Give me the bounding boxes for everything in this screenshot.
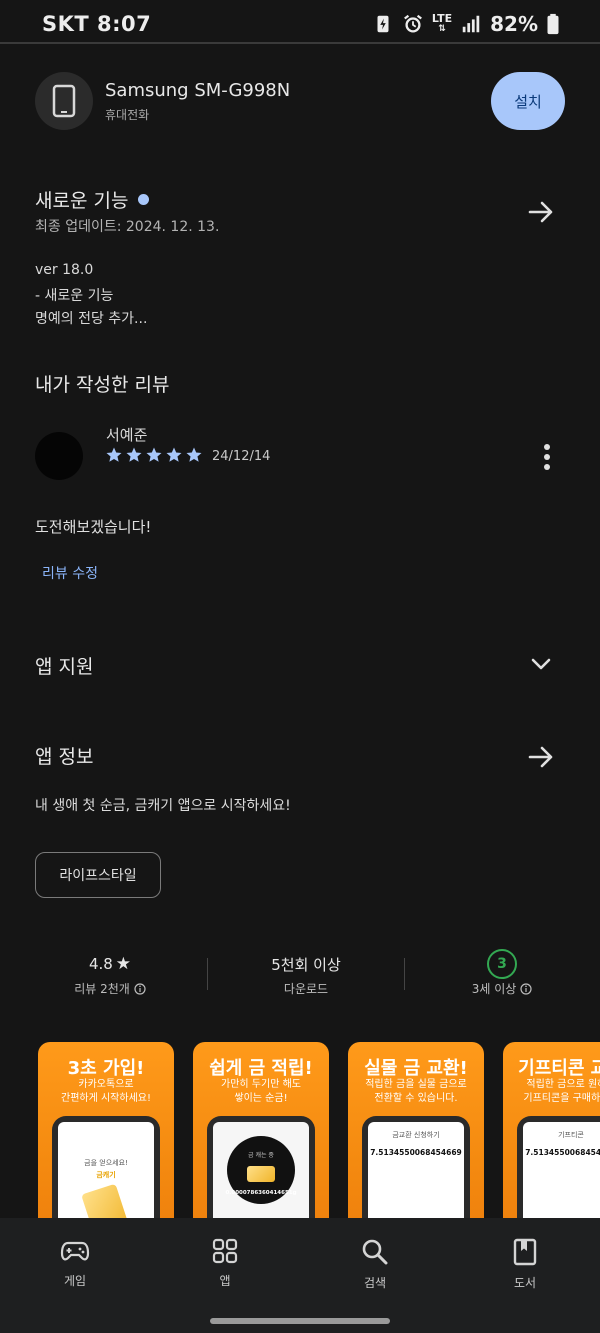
screenshot-subtitle: 카카오톡으로 간편하게 시작하세요! xyxy=(61,1079,151,1104)
status-icons: LTE ⇅ 82% xyxy=(372,12,560,36)
phone-mockup: 금교환 신청하기 7.5134550068454669 xyxy=(362,1116,470,1220)
home-indicator[interactable] xyxy=(210,1318,390,1324)
alarm-icon xyxy=(403,14,422,33)
nav-label: 앱 xyxy=(219,1274,231,1288)
device-avatar xyxy=(35,72,93,130)
avatar xyxy=(35,432,83,480)
review-author: 서예준 xyxy=(106,426,148,444)
book-icon xyxy=(513,1238,537,1266)
signal-icon xyxy=(462,15,480,33)
network-indicator: LTE ⇅ xyxy=(431,12,453,34)
device-row: Samsung SM-G998N 휴대전화 설치 xyxy=(35,72,565,132)
device-type: 휴대전화 xyxy=(105,108,150,122)
battery-saver-icon xyxy=(377,15,389,33)
app-support-title[interactable]: 앱 지원 xyxy=(35,652,93,679)
stat-age: 3 3세 이상 xyxy=(422,949,582,997)
battery-percent: 82% xyxy=(490,12,538,36)
info-icon[interactable] xyxy=(520,982,532,995)
bottom-navigation: 게임 앱 검색 도서 xyxy=(0,1218,600,1333)
phone-mockup: 금을 얻으세요! 금캐기 xyxy=(52,1116,160,1220)
rating-label: 리뷰 2천개 xyxy=(74,982,130,996)
app-stats: 4.8 ★ 리뷰 2천개 5천회 이상 다운로드 3 3세 이상 xyxy=(0,949,600,1006)
whats-new-line: ver 18.0 xyxy=(35,262,94,278)
screenshot-carousel[interactable]: 3초 가입! 카카오톡으로 간편하게 시작하세요! 금을 얻으세요! 금캐기 쉽게… xyxy=(38,1042,600,1220)
downloads-label: 다운로드 xyxy=(283,982,329,996)
screenshot-subtitle: 적립한 금을 실물 금으로 전환할 수 있습니다. xyxy=(365,1079,467,1104)
whats-new-line: - 새로운 기능 xyxy=(35,288,114,304)
nav-item-apps[interactable]: 앱 xyxy=(185,1238,265,1289)
arrow-right-icon[interactable] xyxy=(527,743,555,771)
gamepad-icon xyxy=(60,1241,90,1261)
screenshot-subtitle: 가만히 두기만 해도 쌓이는 순금! xyxy=(221,1079,301,1104)
rating-value: 4.8 xyxy=(88,955,113,973)
info-icon[interactable] xyxy=(134,982,146,995)
screenshot-card[interactable]: 기프티콘 교환 적립한 금으로 원하는기프티콘을 구매하세요 기프티콘 7.51… xyxy=(503,1042,600,1220)
stat-divider xyxy=(404,958,405,990)
age-rating-badge: 3 xyxy=(487,949,517,979)
screenshot-card[interactable]: 3초 가입! 카카오톡으로 간편하게 시작하세요! 금을 얻으세요! 금캐기 xyxy=(38,1042,174,1220)
nav-label: 검색 xyxy=(363,1276,387,1290)
nav-label: 도서 xyxy=(513,1276,537,1290)
stat-rating: 4.8 ★ 리뷰 2천개 xyxy=(30,950,190,997)
nav-item-search[interactable]: 검색 xyxy=(335,1238,415,1291)
review-text: 도전해보겠습니다! xyxy=(35,518,152,536)
my-review-title: 내가 작성한 리뷰 xyxy=(35,374,170,396)
apps-grid-icon xyxy=(212,1238,238,1264)
gold-pile-image xyxy=(247,1166,275,1182)
screenshot-subtitle: 적립한 금으로 원하는기프티콘을 구매하세요 xyxy=(523,1079,600,1104)
downloads-value: 5천회 이상 xyxy=(271,955,341,974)
review-date: 24/12/14 xyxy=(212,449,271,464)
chevron-down-icon[interactable] xyxy=(527,650,555,678)
battery-icon xyxy=(547,13,559,35)
status-bar: SKT 8:07 LTE ⇅ 82% xyxy=(0,0,600,48)
last-updated: 최종 업데이트: 2024. 12. 13. xyxy=(35,219,220,235)
app-description: 내 생애 첫 순금, 금캐기 앱으로 시작하세요! xyxy=(35,798,291,814)
review-stars xyxy=(105,446,203,464)
screenshot-title: 실물 금 교환! xyxy=(364,1058,468,1079)
whats-new-line: 명예의 전당 추가... xyxy=(35,311,148,327)
new-indicator-dot xyxy=(138,194,150,205)
arrow-right-icon[interactable] xyxy=(527,198,555,226)
nav-item-games[interactable]: 게임 xyxy=(35,1238,115,1289)
star-icon xyxy=(166,447,182,462)
stat-divider xyxy=(207,958,208,990)
screenshot-title: 기프티콘 교환 xyxy=(518,1058,600,1079)
install-button[interactable]: 설치 xyxy=(491,72,565,130)
gold-bar-image xyxy=(81,1183,131,1220)
phone-mockup: 금 캐는 중 0.0000786360414651g xyxy=(207,1116,315,1220)
whats-new-header[interactable]: 새로운 기능 xyxy=(35,186,150,213)
whats-new-title: 새로운 기능 xyxy=(35,190,129,212)
star-icon xyxy=(146,447,162,462)
device-name: Samsung SM-G998N xyxy=(105,80,291,101)
more-vert-icon[interactable] xyxy=(540,443,554,471)
screenshot-card[interactable]: 쉽게 금 적립! 가만히 두기만 해도 쌓이는 순금! 금 캐는 중 0.0000… xyxy=(193,1042,329,1220)
status-divider xyxy=(0,42,600,44)
screenshot-card[interactable]: 실물 금 교환! 적립한 금을 실물 금으로 전환할 수 있습니다. 금교환 신청… xyxy=(348,1042,484,1220)
star-icon: ★ xyxy=(115,954,132,974)
stat-downloads: 5천회 이상 다운로드 xyxy=(226,950,386,997)
nav-item-books[interactable]: 도서 xyxy=(485,1238,565,1291)
star-icon xyxy=(126,447,142,462)
screenshot-title: 3초 가입! xyxy=(67,1058,145,1079)
star-icon xyxy=(186,447,202,462)
app-info-title[interactable]: 앱 정보 xyxy=(35,742,93,769)
screenshot-title: 쉽게 금 적립! xyxy=(209,1058,313,1079)
phone-icon xyxy=(52,84,76,118)
nav-label: 게임 xyxy=(63,1274,87,1288)
search-icon xyxy=(362,1239,388,1265)
star-icon xyxy=(106,447,122,462)
age-label: 3세 이상 xyxy=(471,982,517,996)
phone-mockup: 기프티콘 7.5134550068454669 xyxy=(517,1116,600,1220)
edit-review-link[interactable]: 리뷰 수정 xyxy=(42,563,98,583)
status-carrier-time: SKT 8:07 xyxy=(42,12,152,36)
category-chip[interactable]: 라이프스타일 xyxy=(35,852,161,898)
